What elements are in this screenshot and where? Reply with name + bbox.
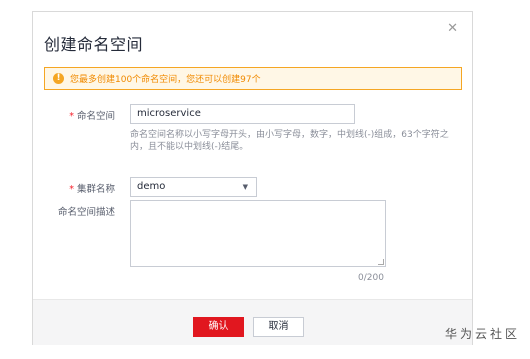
alert-banner: ! 您最多创建100个命名空间，您还可以创建97个	[44, 67, 462, 90]
cancel-button[interactable]: 取消	[253, 317, 304, 337]
dialog-footer: 确认 取消	[33, 299, 472, 345]
required-mark: *	[69, 184, 74, 195]
namespace-label: * 命名空间	[69, 111, 115, 122]
char-counter: 0/200	[358, 273, 384, 283]
cluster-label: * 集群名称	[69, 184, 115, 195]
description-label: 命名空间描述	[57, 207, 115, 218]
info-icon: !	[53, 73, 64, 84]
chevron-down-icon: ▼	[242, 183, 248, 191]
confirm-button[interactable]: 确认	[193, 317, 244, 337]
cluster-select-value: demo	[137, 181, 166, 192]
namespace-hint: 命名空间名称以小写字母开头，由小写字母，数字，中划线(-)组成，63个字符之内，…	[130, 130, 449, 152]
cluster-select[interactable]: demo ▼	[130, 177, 257, 197]
namespace-input[interactable]: microservice	[130, 104, 355, 124]
watermark: 华为云社区	[444, 327, 520, 341]
dialog-title: 创建命名空间	[44, 35, 144, 54]
close-icon[interactable]: ✕	[447, 22, 458, 35]
alert-text: 您最多创建100个命名空间，您还可以创建97个	[70, 75, 261, 85]
description-textarea[interactable]	[130, 200, 386, 267]
resize-handle[interactable]	[378, 259, 384, 265]
create-namespace-dialog: 创建命名空间 ✕ ! 您最多创建100个命名空间，您还可以创建97个 * 命名空间…	[32, 11, 473, 345]
required-mark: *	[69, 111, 74, 122]
